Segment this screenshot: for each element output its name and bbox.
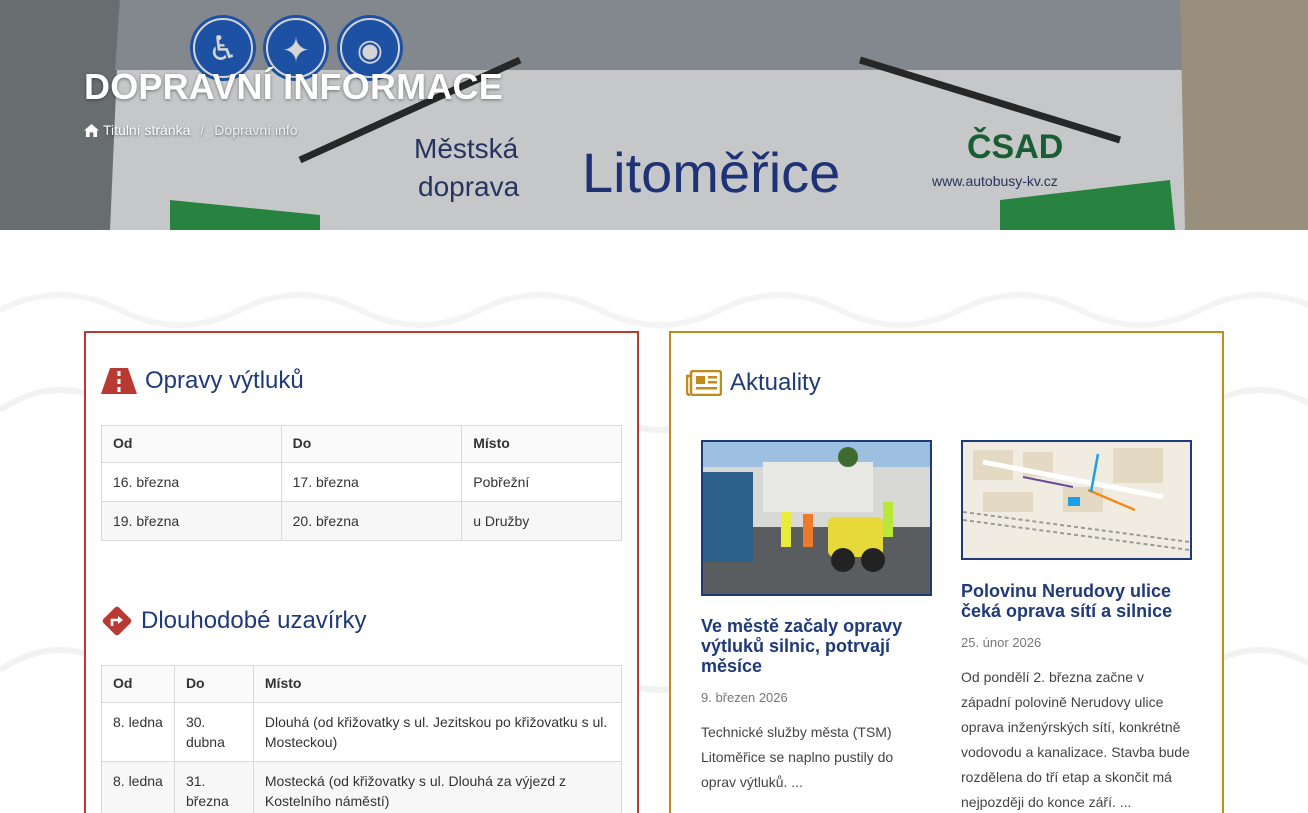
table-cell: 31. března: [173, 761, 254, 813]
table-row: 16. března 17. března Pobřežní: [101, 462, 622, 502]
news-item-excerpt: Technické služby města (TSM) Litoměřice …: [701, 724, 894, 790]
news-item-date: 25. únor 2026: [961, 635, 1042, 650]
newspaper-icon: [686, 370, 722, 396]
repairs-title: Opravy výtluků: [145, 367, 304, 394]
news-item-title-link[interactable]: Polovinu Nerudovy ulice čeká oprava sítí…: [961, 581, 1192, 621]
breadcrumb-separator: /: [200, 122, 205, 138]
hero-overlay: [0, 0, 1308, 230]
table-cell: 8. ledna: [101, 702, 175, 762]
table-cell: 16. března: [101, 462, 282, 502]
column-header-od: Od: [101, 425, 282, 463]
news-image-link[interactable]: [701, 440, 932, 596]
news-item-title-link[interactable]: Ve městě začaly opravy výtluků silnic, p…: [701, 616, 932, 676]
page-hero: ♿ ✦ ◉ Městská doprava Litoměřice ČSAD ww…: [0, 0, 1308, 230]
table-header-row: Od Do Místo: [101, 425, 622, 463]
table-cell: 8. ledna: [101, 761, 175, 813]
page-title: DOPRAVNÍ INFORMACE: [84, 66, 503, 107]
road-repair-photo: [703, 442, 930, 594]
table-row: 8. ledna 30. dubna Dlouhá (od křižovatky…: [101, 702, 623, 762]
repairs-heading: Opravy výtluků: [101, 367, 304, 395]
table-cell: 17. března: [280, 462, 463, 502]
news-item-excerpt: Od pondělí 2. března začne v západní pol…: [961, 669, 1190, 810]
traffic-panel: Opravy výtluků Od Do Místo 16. března 17…: [84, 331, 639, 813]
table-cell: u Družby: [461, 501, 622, 541]
table-cell: Pobřežní: [461, 462, 622, 502]
table-cell: 19. března: [101, 501, 282, 541]
breadcrumb-home-label: Titulní stránka: [103, 122, 191, 138]
detour-sign-icon: [102, 606, 132, 636]
table-cell: 30. dubna: [173, 702, 254, 762]
news-heading: Aktuality: [686, 369, 821, 397]
closures-table: Od Do Místo 8. ledna 30. dubna Dlouhá (o…: [101, 665, 623, 813]
street-map-thumbnail: [963, 442, 1190, 558]
column-header-misto: Místo: [252, 665, 623, 703]
news-title: Aktuality: [730, 369, 821, 396]
table-row: 8. ledna 31. března Mostecká (od křižova…: [101, 761, 623, 813]
news-image-link[interactable]: [961, 440, 1192, 560]
repairs-table: Od Do Místo 16. března 17. března Pobřež…: [101, 425, 622, 541]
news-panel: Aktuality Ve městě začaly opravy výtluků…: [669, 331, 1224, 813]
road-icon: [101, 368, 137, 394]
column-header-do: Do: [173, 665, 254, 703]
column-header-od: Od: [101, 665, 175, 703]
breadcrumb: Titulní stránka / Dopravní info: [84, 122, 298, 138]
column-header-do: Do: [280, 425, 463, 463]
closures-title: Dlouhodobé uzavírky: [141, 607, 367, 634]
table-cell: Mostecká (od křižovatky s ul. Dlouhá za …: [252, 761, 623, 813]
breadcrumb-home-link[interactable]: Titulní stránka: [84, 122, 190, 138]
column-header-misto: Místo: [461, 425, 622, 463]
home-icon: [84, 123, 99, 137]
table-cell: Dlouhá (od křižovatky s ul. Jezitskou po…: [252, 702, 623, 762]
table-row: 19. března 20. března u Družby: [101, 501, 622, 541]
breadcrumb-current: Dopravní info: [214, 122, 298, 138]
table-cell: 20. března: [280, 501, 463, 541]
closures-heading: Dlouhodobé uzavírky: [101, 605, 366, 637]
table-header-row: Od Do Místo: [101, 665, 623, 703]
news-item-date: 9. březen 2026: [701, 690, 788, 705]
